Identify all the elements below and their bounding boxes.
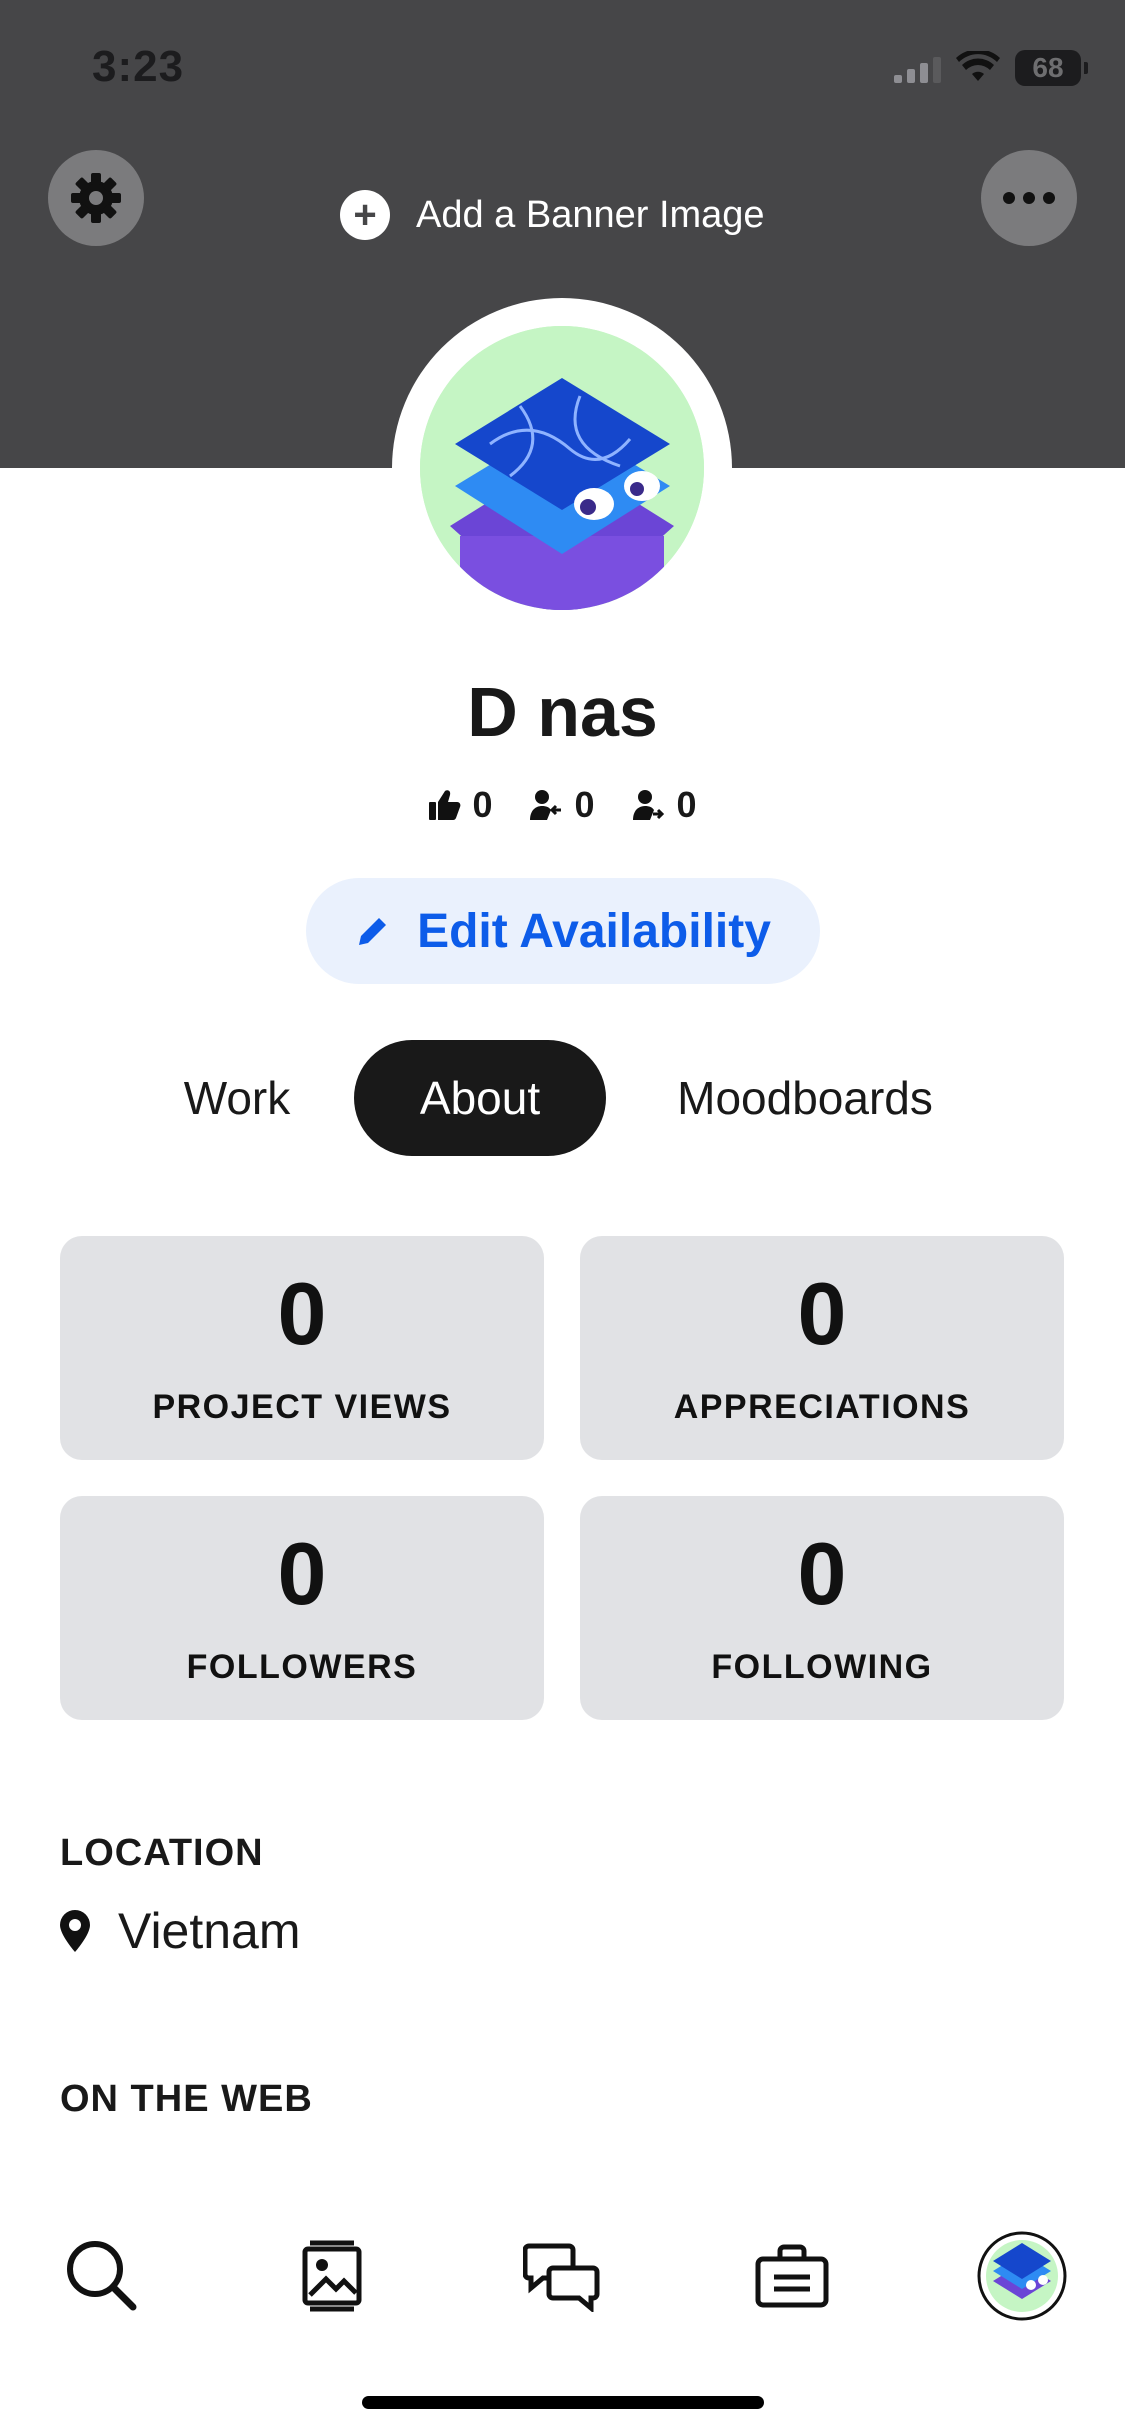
location-row: Vietnam [60,1902,301,1960]
following-card[interactable]: 0 FOLLOWING [580,1496,1064,1720]
appreciations-card: 0 APPRECIATIONS [580,1236,1064,1460]
settings-button[interactable] [48,150,144,246]
appreciations-count: 0 [472,784,493,825]
appreciations-value: 0 [797,1263,847,1363]
profile-avatar[interactable] [420,326,704,610]
following-stat: 0 [631,784,697,826]
gallery-icon [302,2240,362,2312]
project-views-card: 0 PROJECT VIEWS [60,1236,544,1460]
location-heading: LOCATION [60,1832,264,1874]
following-out-icon [632,790,664,820]
appreciations-label: APPRECIATIONS [673,1387,971,1426]
layers-mascot-icon [420,326,704,610]
add-banner-image-button[interactable]: + Add a Banner Image [340,190,765,240]
project-views-label: PROJECT VIEWS [152,1387,452,1426]
following-value: 0 [797,1523,847,1623]
nav-messages[interactable] [516,2230,608,2322]
nav-profile[interactable] [976,2230,1068,2322]
jobs-briefcase-icon [755,2244,829,2308]
map-pin-icon [60,1910,90,1952]
nav-jobs[interactable] [746,2230,838,2322]
on-the-web-heading: ON THE WEB [60,2078,313,2120]
more-dots-icon [1003,192,1055,204]
profile-stats-row: 0 0 0 [0,784,1125,826]
following-count: 0 [676,784,697,825]
bottom-navigation [0,2230,1125,2322]
tab-about-label: About [419,1072,541,1124]
home-indicator[interactable] [362,2396,764,2409]
location-value: Vietnam [118,1903,301,1959]
nav-gallery[interactable] [286,2230,378,2322]
tab-about[interactable]: About [354,1040,606,1156]
followers-label: FOLLOWERS [186,1647,418,1686]
followers-value: 0 [277,1523,327,1623]
more-options-button[interactable] [981,150,1077,246]
followers-count: 0 [574,784,595,825]
tab-work-label: Work [183,1072,291,1124]
following-label: FOLLOWING [711,1647,933,1686]
status-icons: 68 [894,46,1088,90]
status-time: 3:23 [92,42,185,91]
cellular-signal-icon [894,53,941,83]
wifi-icon [956,51,1000,81]
tab-moodboards-label: Moodboards [677,1072,933,1124]
messages-icon [523,2243,600,2312]
tab-work[interactable]: Work [150,1040,324,1156]
pencil-icon [359,914,390,945]
gear-icon [71,173,121,223]
project-views-value: 0 [277,1263,327,1363]
edit-availability-label: Edit Availability [417,904,771,958]
thumbs-up-icon [429,790,461,820]
add-banner-label: Add a Banner Image [416,193,765,236]
profile-name: D nas [467,673,658,751]
nav-search[interactable] [56,2230,148,2322]
followers-card[interactable]: 0 FOLLOWERS [60,1496,544,1720]
appreciations-stat: 0 [428,784,492,826]
followers-stat: 0 [528,784,595,826]
tab-moodboards[interactable]: Moodboards [640,1040,970,1156]
search-icon [67,2241,137,2311]
profile-avatar-icon [977,2231,1067,2321]
plus-icon: + [340,190,390,240]
follower-in-icon [530,790,562,820]
profile-tabs: Work About Moodboards [0,1040,1125,1156]
edit-availability-button[interactable]: Edit Availability [306,878,820,984]
battery-icon: 68 [1015,50,1088,86]
